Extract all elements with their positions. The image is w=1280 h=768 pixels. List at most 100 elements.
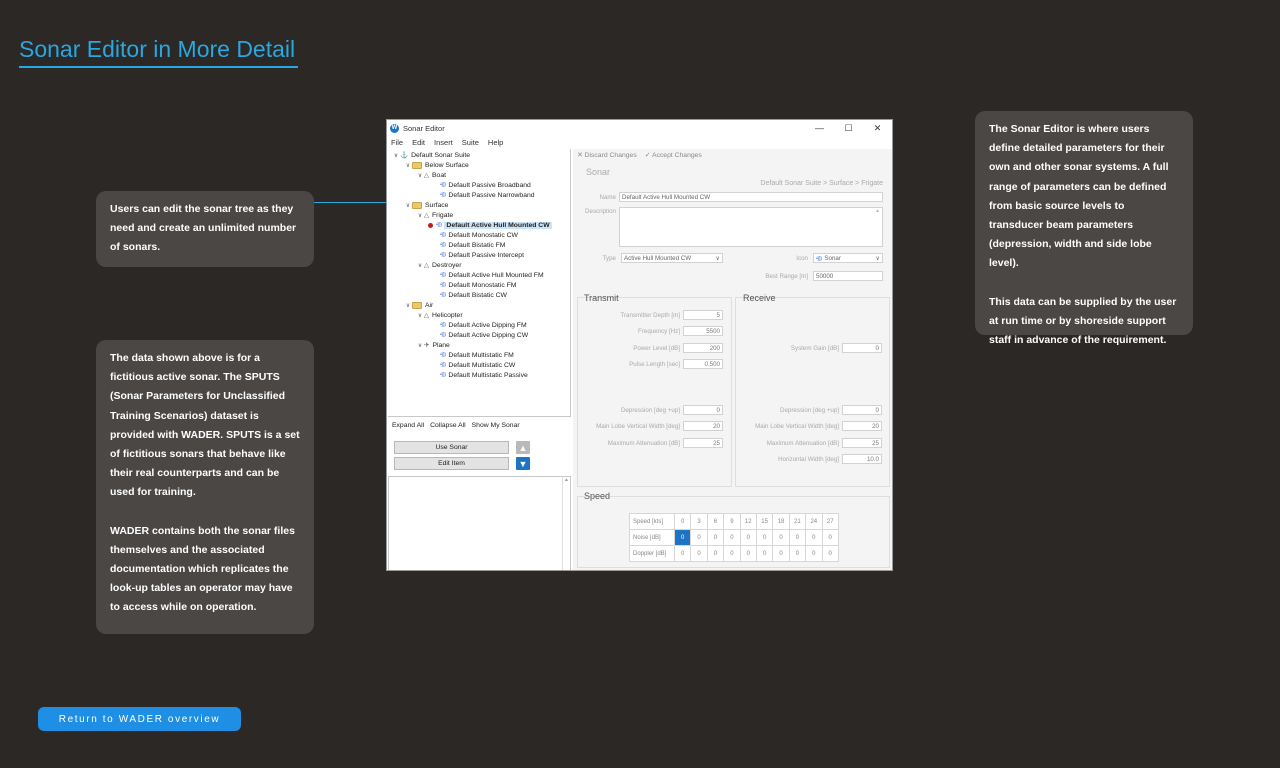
tree-node-sonar[interactable]: •))) Default Multistatic Passive [440, 370, 528, 380]
power-level-field[interactable]: 200 [683, 343, 723, 353]
menu-file[interactable]: File [391, 138, 403, 147]
table-cell[interactable]: 0 [706, 529, 725, 546]
description-field[interactable]: ▲ [619, 207, 883, 247]
tree-node-sonar[interactable]: •))) Default Active Dipping FM [440, 320, 527, 330]
close-icon[interactable]: ✕ [863, 123, 892, 134]
doc-scrollbar[interactable]: ▲ [562, 477, 570, 570]
table-cell[interactable]: 0 [821, 545, 839, 562]
chevron-down-icon[interactable]: ∨ [404, 302, 412, 309]
tree-node-sonar-selected[interactable]: •))) Default Active Hull Mounted CW [428, 220, 552, 230]
table-cell[interactable]: 0 [788, 529, 807, 546]
tree-node-platform[interactable]: ∨ △ Boat [416, 170, 446, 180]
maximize-icon[interactable]: ☐ [834, 123, 863, 134]
tree-node-suite[interactable]: ∨ ⚓ Default Sonar Suite [392, 150, 470, 160]
rx-horizontal-width-field[interactable]: 10.0 [842, 454, 882, 464]
tree-node-sonar[interactable]: •))) Default Monostatic CW [440, 230, 518, 240]
transmitter-depth-field[interactable]: 5 [683, 310, 723, 320]
tree-node-folder[interactable]: ∨ Below Surface [404, 160, 469, 170]
tree-node-platform[interactable]: ∨ △ Helicopter [416, 310, 463, 320]
chevron-down-icon[interactable]: ∨ [416, 172, 424, 179]
tx-vertical-width-field[interactable]: 20 [683, 421, 723, 431]
table-cell[interactable]: 0 [690, 545, 708, 562]
tree-node-sonar[interactable]: •))) Default Passive Narrowband [440, 190, 535, 200]
move-up-icon[interactable]: ▲ [516, 441, 530, 454]
table-cell[interactable]: 0 [723, 545, 741, 562]
sonar-icon: •))) [440, 182, 446, 188]
edit-item-button[interactable]: Edit Item [394, 457, 509, 470]
table-cell[interactable]: 0 [706, 545, 725, 562]
return-to-overview-button[interactable]: Return to WADER overview [38, 707, 241, 731]
table-cell[interactable]: 0 [723, 529, 741, 546]
rx-attenuation-field[interactable]: 25 [842, 438, 882, 448]
tree-node-platform[interactable]: ∨ △ Destroyer [416, 260, 462, 270]
menu-insert[interactable]: Insert [434, 138, 453, 147]
chevron-down-icon[interactable]: ∨ [416, 262, 424, 269]
system-gain-field[interactable]: 0 [842, 343, 882, 353]
left-pane: ∨ ⚓ Default Sonar Suite ∨ Below Surface ∨ △ B… [388, 149, 571, 570]
sonar-icon: •))) [440, 292, 446, 298]
tree-node-folder[interactable]: ∨ Air [404, 300, 433, 310]
table-cell[interactable]: 0 [772, 545, 790, 562]
tree-node-sonar[interactable]: •))) Default Monostatic FM [440, 280, 516, 290]
sonar-tree: ∨ ⚓ Default Sonar Suite ∨ Below Surface ∨ △ B… [388, 149, 571, 417]
sonar-icon: •))) [440, 232, 446, 238]
table-cell[interactable]: 0 [805, 529, 823, 546]
name-field[interactable]: Default Active Hull Mounted CW [619, 192, 883, 202]
best-range-field[interactable]: 50000 [813, 271, 883, 281]
collapse-all-link[interactable]: Collapse All [430, 422, 466, 429]
table-cell[interactable]: 0 [739, 529, 757, 546]
table-cell[interactable]: 0 [772, 529, 790, 546]
table-cell[interactable]: 0 [739, 545, 757, 562]
rx-vertical-width-field[interactable]: 20 [842, 421, 882, 431]
show-my-sonar-link[interactable]: Show My Sonar [472, 422, 520, 429]
anchor-icon: ⚓ [400, 152, 409, 159]
minimize-icon[interactable]: — [805, 123, 834, 134]
table-cell[interactable]: 0 [755, 545, 774, 562]
tree-node-platform[interactable]: ∨ △ Frigate [416, 210, 453, 220]
menu-suite[interactable]: Suite [462, 138, 479, 147]
table-cell-selected[interactable]: 0 [673, 529, 692, 546]
table-cell[interactable]: 0 [821, 529, 839, 546]
tree-node-platform[interactable]: ∨ ✈ Plane [416, 340, 450, 350]
menu-edit[interactable]: Edit [412, 138, 425, 147]
move-down-icon[interactable]: ▼ [516, 457, 530, 470]
tree-node-folder[interactable]: ∨ Surface [404, 200, 448, 210]
chevron-down-icon[interactable]: ∨ [404, 202, 412, 209]
tree-node-sonar[interactable]: •))) Default Active Hull Mounted FM [440, 270, 544, 280]
use-sonar-button[interactable]: Use Sonar [394, 441, 509, 454]
chevron-down-icon[interactable]: ∨ [392, 152, 400, 159]
accept-changes-button[interactable]: ✓ Accept Changes [645, 151, 702, 159]
rx-depression-field[interactable]: 0 [842, 405, 882, 415]
table-cell[interactable]: 0 [788, 545, 807, 562]
chevron-down-icon[interactable]: ∨ [416, 312, 424, 319]
chevron-down-icon[interactable]: ∨ [416, 342, 424, 349]
tree-node-sonar[interactable]: •))) Default Passive Broadband [440, 180, 531, 190]
table-cell[interactable]: 0 [805, 545, 823, 562]
tree-node-sonar[interactable]: •))) Default Bistatic CW [440, 290, 507, 300]
tree-node-sonar[interactable]: •))) Default Passive Intercept [440, 250, 524, 260]
pulse-length-field[interactable]: 0.500 [683, 359, 723, 369]
menu-help[interactable]: Help [488, 138, 503, 147]
table-cell[interactable]: 0 [755, 529, 774, 546]
expand-all-link[interactable]: Expand All [392, 422, 424, 429]
table-cell[interactable]: 0 [690, 529, 708, 546]
chevron-down-icon[interactable]: ∨ [404, 162, 412, 169]
icon-select[interactable]: •))) Sonar ∨ [813, 253, 883, 263]
sonar-icon: •))) [440, 332, 446, 338]
chevron-down-icon[interactable]: ∨ [416, 212, 424, 219]
frequency-field[interactable]: 5500 [683, 326, 723, 336]
tree-node-sonar[interactable]: •))) Default Multistatic FM [440, 350, 514, 360]
tx-depression-field[interactable]: 0 [683, 405, 723, 415]
ship-icon: △ [424, 212, 429, 219]
table-cell[interactable]: 0 [673, 545, 692, 562]
tree-node-sonar[interactable]: •))) Default Multistatic CW [440, 360, 515, 370]
table-cell: 21 [788, 513, 807, 530]
table-row: Noise [dB] 0 0 0 0 0 0 0 0 0 0 [629, 529, 839, 546]
documentation-panel: ▲ [388, 476, 571, 570]
rx-attenuation-label: Maximum Attenuation [dB] [766, 440, 839, 447]
tree-node-sonar[interactable]: •))) Default Bistatic FM [440, 240, 505, 250]
type-select[interactable]: Active Hull Mounted CW ∨ [621, 253, 723, 263]
tx-attenuation-field[interactable]: 25 [683, 438, 723, 448]
discard-changes-button[interactable]: ✕ Discard Changes [577, 151, 637, 159]
tree-node-sonar[interactable]: •))) Default Active Dipping CW [440, 330, 528, 340]
